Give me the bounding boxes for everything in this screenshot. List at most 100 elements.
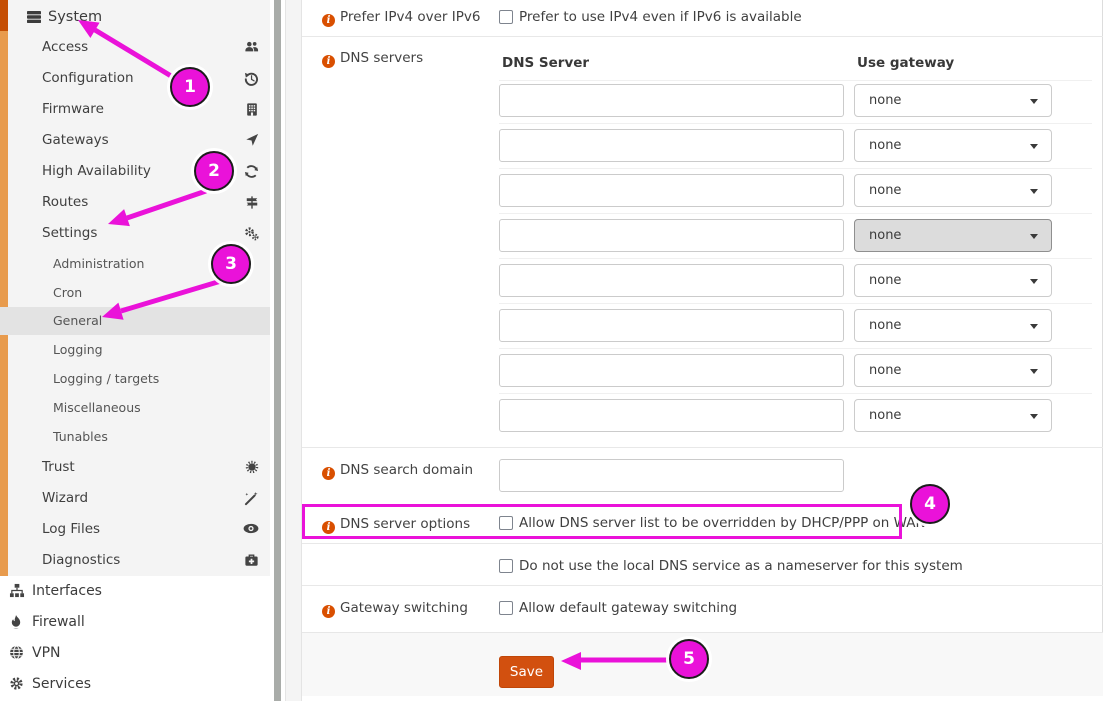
table-separator bbox=[499, 168, 1092, 169]
label-text: DNS servers bbox=[340, 50, 423, 66]
local-dns-option: Do not use the local DNS service as a na… bbox=[499, 558, 963, 574]
globe-icon bbox=[9, 645, 24, 660]
sidebar-item-label: Access bbox=[42, 32, 88, 62]
sidebar-item-general[interactable]: General bbox=[0, 307, 270, 335]
info-icon[interactable]: i bbox=[322, 605, 335, 618]
sidebar-item-cron[interactable]: Cron bbox=[0, 279, 270, 307]
gateway-switching-option: Allow default gateway switching bbox=[499, 600, 737, 616]
sidebar-item-diagnostics[interactable]: Diagnostics bbox=[0, 545, 270, 575]
chevron-down-icon bbox=[1030, 99, 1038, 104]
selected-gateway: none bbox=[869, 93, 901, 108]
sidebar-item-label: Miscellaneous bbox=[53, 394, 141, 422]
sync-icon bbox=[244, 164, 259, 179]
row-divider bbox=[302, 36, 1103, 37]
sidebar-item-wizard[interactable]: Wizard bbox=[0, 483, 270, 513]
selected-gateway: none bbox=[869, 138, 901, 153]
info-icon[interactable]: i bbox=[322, 521, 335, 534]
prefer-ipv4-checkbox[interactable] bbox=[499, 10, 513, 24]
use-gateway-select[interactable]: none bbox=[854, 174, 1052, 207]
sidebar-item-settings[interactable]: Settings bbox=[0, 218, 270, 248]
general-settings-form: i Prefer IPv4 over IPv6 Prefer to use IPv… bbox=[302, 0, 1103, 696]
sidebar-item-label: Firmware bbox=[42, 94, 104, 124]
location-arrow-icon bbox=[245, 133, 259, 147]
info-icon[interactable]: i bbox=[322, 14, 335, 27]
medkit-icon bbox=[244, 553, 259, 567]
sidebar-item-label: Configuration bbox=[42, 63, 134, 93]
sidebar-item-tunables[interactable]: Tunables bbox=[0, 423, 270, 451]
fire-icon bbox=[9, 614, 23, 630]
use-gateway-select[interactable]: none bbox=[854, 219, 1052, 252]
label-text: DNS server options bbox=[340, 516, 470, 532]
sidebar-item-administration[interactable]: Administration bbox=[0, 250, 270, 278]
certificate-icon bbox=[245, 460, 259, 474]
chevron-down-icon bbox=[1030, 234, 1038, 239]
label-text: Prefer IPv4 over IPv6 bbox=[340, 9, 480, 25]
sidebar-item-interfaces[interactable]: Interfaces bbox=[0, 576, 270, 606]
table-separator bbox=[499, 258, 1092, 259]
sidebar-item-trust[interactable]: Trust bbox=[0, 452, 270, 482]
server-icon bbox=[26, 9, 42, 25]
sidebar-item-firmware[interactable]: Firmware bbox=[0, 94, 270, 124]
dns-search-domain-input[interactable] bbox=[499, 459, 844, 492]
checkbox-label: Do not use the local DNS service as a na… bbox=[519, 558, 963, 574]
use-gateway-select[interactable]: none bbox=[854, 84, 1052, 117]
dns-server-input[interactable] bbox=[499, 84, 844, 117]
field-label-dns-server-options: i DNS server options bbox=[322, 516, 470, 534]
sidebar-item-logging-targets[interactable]: Logging / targets bbox=[0, 365, 270, 393]
use-gateway-select[interactable]: none bbox=[854, 129, 1052, 162]
dns-server-input[interactable] bbox=[499, 129, 844, 162]
selected-gateway: none bbox=[869, 183, 901, 198]
row-divider bbox=[302, 447, 1103, 448]
sidebar-item-access[interactable]: Access bbox=[0, 32, 270, 62]
sitemap-icon bbox=[9, 583, 25, 598]
gateway-switching-checkbox[interactable] bbox=[499, 601, 513, 615]
sidebar-item-gateways[interactable]: Gateways bbox=[0, 125, 270, 155]
chevron-down-icon bbox=[1030, 414, 1038, 419]
dns-server-input[interactable] bbox=[499, 354, 844, 387]
dns-server-row: none bbox=[302, 84, 1103, 117]
sidebar-scrollbar[interactable] bbox=[274, 0, 281, 701]
prefer-ipv4-option: Prefer to use IPv4 even if IPv6 is avail… bbox=[499, 9, 802, 25]
sidebar-item-label: Wizard bbox=[42, 483, 88, 513]
sidebar-item-routes[interactable]: Routes bbox=[0, 187, 270, 217]
sidebar-item-firewall[interactable]: Firewall bbox=[0, 607, 270, 637]
sidebar-item-label: High Availability bbox=[42, 156, 151, 186]
sidebar-item-log-files[interactable]: Log Files bbox=[0, 514, 270, 544]
eye-icon bbox=[243, 522, 259, 535]
checkbox-label: Prefer to use IPv4 even if IPv6 is avail… bbox=[519, 9, 802, 25]
sidebar-item-system[interactable]: System bbox=[0, 3, 270, 31]
users-icon bbox=[244, 40, 259, 54]
use-gateway-select[interactable]: none bbox=[854, 309, 1052, 342]
firmware-icon bbox=[245, 102, 259, 117]
save-button[interactable]: Save bbox=[499, 656, 554, 688]
dns-server-input[interactable] bbox=[499, 264, 844, 297]
sidebar-item-logging[interactable]: Logging bbox=[0, 336, 270, 364]
use-gateway-select[interactable]: none bbox=[854, 354, 1052, 387]
sidebar-item-vpn[interactable]: VPN bbox=[0, 638, 270, 668]
use-gateway-select[interactable]: none bbox=[854, 264, 1052, 297]
sidebar-item-label: General bbox=[53, 307, 102, 335]
info-icon[interactable]: i bbox=[322, 55, 335, 68]
table-separator bbox=[499, 213, 1092, 214]
sidebar-nav: System Access Configuration Firmware Gat… bbox=[0, 0, 270, 701]
dns-server-input[interactable] bbox=[499, 219, 844, 252]
sidebar-item-label: System bbox=[48, 3, 102, 31]
dns-server-input[interactable] bbox=[499, 399, 844, 432]
sidebar-item-configuration[interactable]: Configuration bbox=[0, 63, 270, 93]
local-dns-checkbox[interactable] bbox=[499, 559, 513, 573]
sidebar-item-services[interactable]: Services bbox=[0, 669, 270, 699]
column-header-dns-server: DNS Server bbox=[502, 55, 589, 71]
column-header-use-gateway: Use gateway bbox=[857, 55, 954, 71]
dns-server-input[interactable] bbox=[499, 174, 844, 207]
info-icon[interactable]: i bbox=[322, 467, 335, 480]
dns-override-checkbox[interactable] bbox=[499, 516, 513, 530]
dns-server-input[interactable] bbox=[499, 309, 844, 342]
sidebar-item-label: Interfaces bbox=[32, 576, 102, 606]
sidebar-item-label: Gateways bbox=[42, 125, 109, 155]
dns-server-row: none bbox=[302, 309, 1103, 342]
sidebar-item-label: Diagnostics bbox=[42, 545, 120, 575]
sidebar-item-miscellaneous[interactable]: Miscellaneous bbox=[0, 394, 270, 422]
sidebar-item-high-availability[interactable]: High Availability bbox=[0, 156, 270, 186]
use-gateway-select[interactable]: none bbox=[854, 399, 1052, 432]
sidebar-item-label: Trust bbox=[42, 452, 75, 482]
